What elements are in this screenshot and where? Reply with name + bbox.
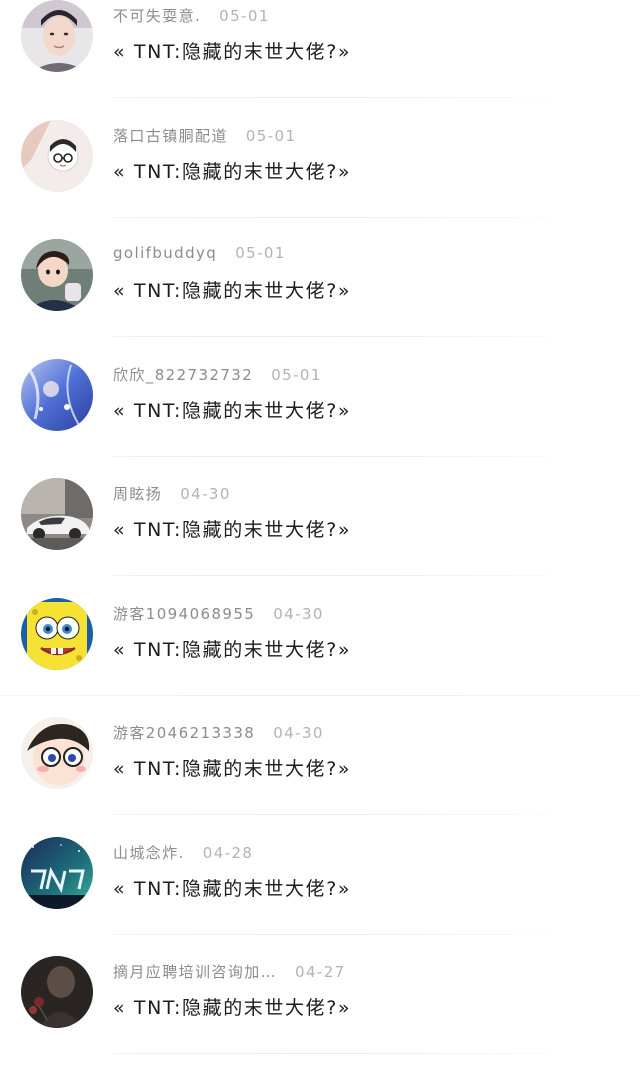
divider [113,336,550,337]
divider [113,217,550,218]
divider [113,1053,550,1054]
comment-item[interactable]: 周眩扬 04-30 « TNT:隐藏的末世大佬?» [0,478,640,597]
comment-meta: 游客1094068955 04-30 [113,603,324,624]
divider [0,695,640,696]
username[interactable]: 周眩扬 [113,485,162,503]
comment-date: 04-30 [273,724,324,742]
comment-item[interactable]: 摘月应聘培训咨询加… 04-27 « TNT:隐藏的末世大佬?» [0,956,640,1075]
username[interactable]: 摘月应聘培训咨询加… [113,963,277,981]
comment-text: « TNT:隐藏的末世大佬?» [113,41,352,63]
portrait-young-man-avatar [21,0,93,72]
comment-list: 不可失耍意. 05-01 « TNT:隐藏的末世大佬?» 落口古镇胴配道 05-01… [0,0,640,1055]
comment-date: 05-01 [219,7,270,25]
dark-photo-flower-avatar [21,956,93,1028]
comment-meta: 摘月应聘培训咨询加… 04-27 [113,961,346,982]
username[interactable]: 落口古镇胴配道 [113,127,228,145]
spongebob-avatar [21,598,93,670]
username[interactable]: 欣欣_822732732 [113,366,253,384]
anime-blue-art-avatar [21,359,93,431]
comment-text: « TNT:隐藏的末世大佬?» [113,519,352,541]
comment-date: 05-01 [245,127,297,145]
username[interactable]: 不可失耍意. [113,7,201,25]
username[interactable]: golifbuddyq [113,244,217,262]
user-avatar[interactable] [21,120,93,192]
comment-item[interactable]: 山城念炸. 04-28 « TNT:隐藏的末世大佬?» [0,837,640,956]
tnt-logo-night-avatar [21,837,93,909]
user-avatar[interactable] [21,239,93,311]
comment-text: « TNT:隐藏的末世大佬?» [113,997,352,1019]
cartoon-girl-glasses-avatar [21,120,93,192]
comment-meta: golifbuddyq 05-01 [113,244,286,262]
comment-item[interactable]: 游客2046213338 04-30 « TNT:隐藏的末世大佬?» [0,717,640,836]
user-avatar[interactable] [21,359,93,431]
divider [113,814,550,815]
comment-text: « TNT:隐藏的末世大佬?» [113,878,352,900]
comment-meta: 游客2046213338 04-30 [113,722,324,743]
user-avatar[interactable] [21,717,93,789]
divider [113,97,550,98]
comment-date: 05-01 [235,244,286,262]
divider [113,456,550,457]
comment-meta: 周眩扬 04-30 [113,483,231,504]
comment-text: « TNT:隐藏的末世大佬?» [113,400,352,422]
user-avatar[interactable] [21,0,93,72]
comment-text: « TNT:隐藏的末世大佬?» [113,161,352,183]
comment-date: 04-30 [273,605,324,623]
comment-text: « TNT:隐藏的末世大佬?» [113,280,352,302]
comment-meta: 不可失耍意. 05-01 [113,5,270,26]
divider [113,575,550,576]
comment-item[interactable]: 不可失耍意. 05-01 « TNT:隐藏的末世大佬?» [0,0,640,119]
comment-meta: 落口古镇胴配道 05-01 [113,125,296,146]
comment-item[interactable]: 落口古镇胴配道 05-01 « TNT:隐藏的末世大佬?» [0,120,640,239]
comment-item[interactable]: 游客1094068955 04-30 « TNT:隐藏的末世大佬?» [0,598,640,717]
child-photo-avatar [21,239,93,311]
comment-meta: 山城念炸. 04-28 [113,842,253,863]
comment-item[interactable]: golifbuddyq 05-01 « TNT:隐藏的末世大佬?» [0,239,640,358]
username[interactable]: 游客2046213338 [113,724,255,742]
divider [113,934,550,935]
comment-item[interactable]: 欣欣_822732732 05-01 « TNT:隐藏的末世大佬?» [0,359,640,478]
comment-date: 04-27 [295,963,346,981]
comment-date: 04-30 [180,485,231,503]
comment-date: 04-28 [202,844,254,862]
username[interactable]: 游客1094068955 [113,605,255,623]
comment-text: « TNT:隐藏的末世大佬?» [113,758,352,780]
comment-date: 05-01 [271,366,322,384]
user-avatar[interactable] [21,478,93,550]
white-car-avatar [21,478,93,550]
comment-meta: 欣欣_822732732 05-01 [113,364,322,385]
user-avatar[interactable] [21,598,93,670]
user-avatar[interactable] [21,837,93,909]
user-avatar[interactable] [21,956,93,1028]
anime-detective-avatar [21,717,93,789]
comment-text: « TNT:隐藏的末世大佬?» [113,639,352,661]
username[interactable]: 山城念炸. [113,844,185,862]
